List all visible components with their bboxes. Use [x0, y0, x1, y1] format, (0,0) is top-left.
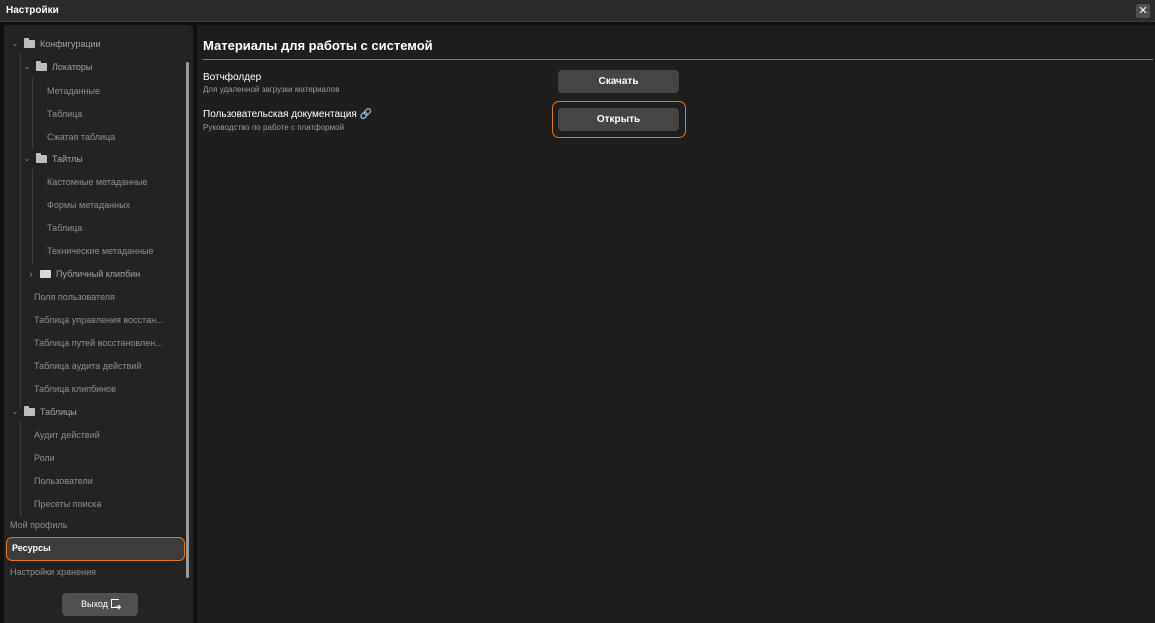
window-title: Настройки: [6, 5, 59, 16]
resource-subtitle: Для удаленной загрузки материалов: [203, 85, 340, 94]
nav-item-my-profile[interactable]: Мой профиль: [10, 515, 67, 535]
link-icon[interactable]: 🔗: [360, 109, 372, 120]
window-titlebar: Настройки ✕: [0, 0, 1155, 22]
tree-guide-line: [32, 169, 33, 265]
download-button[interactable]: Скачать: [558, 70, 679, 93]
tree-item-action-audit-table[interactable]: Таблица аудита действий: [34, 356, 141, 376]
tree-folder-public-clipbin[interactable]: › Публичный клипбин: [4, 264, 184, 284]
tree-item-custom-metadata[interactable]: Кастомные метаданные: [47, 172, 148, 192]
tree-folder-label: Конфигурации: [40, 39, 101, 49]
folder-closed-icon: [40, 270, 51, 278]
tree-folder-label: Публичный клипбин: [56, 269, 141, 279]
chevron-down-icon[interactable]: ⌄: [10, 34, 20, 54]
chevron-down-icon[interactable]: ⌄: [22, 149, 32, 169]
tree-guide-line: [32, 77, 33, 149]
open-button[interactable]: Открыть: [558, 108, 679, 131]
title-divider: [203, 59, 1153, 60]
nav-item-resources[interactable]: Ресурсы: [6, 537, 185, 561]
tree-folder-configurations[interactable]: ⌄ Конфигурации: [4, 34, 184, 54]
tree-item-technical-metadata[interactable]: Технические метаданные: [47, 241, 154, 261]
tree-item-search-presets[interactable]: Пресеты поиска: [34, 494, 101, 514]
tree-folder-tables[interactable]: ⌄ Таблицы: [4, 402, 184, 422]
tree-item-recovery-management-table[interactable]: Таблица управления восстан...: [34, 310, 164, 330]
tree-guide-line: [20, 421, 21, 517]
tree-item-recovery-paths-table[interactable]: Таблица путей восстановлен...: [34, 333, 163, 353]
tree-item-table[interactable]: Таблица: [47, 104, 82, 124]
logout-icon: [110, 596, 122, 619]
tree-item-clipbins-table[interactable]: Таблица клипбинов: [34, 379, 116, 399]
tree-item-roles[interactable]: Роли: [34, 448, 55, 468]
sidebar-scrollbar[interactable]: [186, 62, 189, 578]
exit-button[interactable]: Выход: [62, 593, 138, 619]
tree-item-compressed-table[interactable]: Сжатая таблица: [47, 127, 115, 147]
folder-open-icon: [36, 61, 47, 71]
tree-item-metadata[interactable]: Метаданные: [47, 81, 100, 101]
nav-item-storage-settings[interactable]: Настройки хранения: [10, 562, 96, 582]
tree-folder-label: Тайтлы: [52, 154, 83, 164]
chevron-down-icon[interactable]: ⌄: [22, 57, 32, 77]
tree-item-users[interactable]: Пользователи: [34, 471, 93, 491]
resource-subtitle: Руководство по работе с платформой: [203, 123, 345, 132]
chevron-right-icon[interactable]: ›: [26, 264, 36, 284]
folder-open-icon: [24, 406, 35, 416]
tree-item-metadata-forms[interactable]: Формы метаданных: [47, 195, 130, 215]
resource-title: Пользовательская документация: [203, 109, 357, 120]
page-title: Материалы для работы с системой: [203, 38, 433, 53]
close-icon[interactable]: ✕: [1136, 4, 1150, 18]
resource-title-row: Пользовательская документация 🔗: [203, 109, 372, 120]
exit-button-label: Выход: [81, 599, 108, 609]
tree-folder-titles[interactable]: ⌄ Тайтлы: [4, 149, 184, 169]
tree-folder-label: Локаторы: [52, 62, 93, 72]
chevron-down-icon[interactable]: ⌄: [10, 402, 20, 422]
tree-item-user-fields[interactable]: Поля пользователя: [34, 287, 115, 307]
tree-folder-locators[interactable]: ⌄ Локаторы: [4, 57, 184, 77]
folder-open-icon: [36, 153, 47, 163]
tree-guide-line: [20, 53, 21, 409]
resource-title: Вотчфолдер: [203, 72, 262, 83]
tree-item-action-audit[interactable]: Аудит действий: [34, 425, 100, 445]
nav-item-label: Ресурсы: [12, 543, 51, 553]
tree-folder-label: Таблицы: [40, 407, 77, 417]
main-panel: Материалы для работы с системой Вотчфолд…: [197, 25, 1155, 623]
tree-item-titles-table[interactable]: Таблица: [47, 218, 82, 238]
folder-open-icon: [24, 38, 35, 48]
